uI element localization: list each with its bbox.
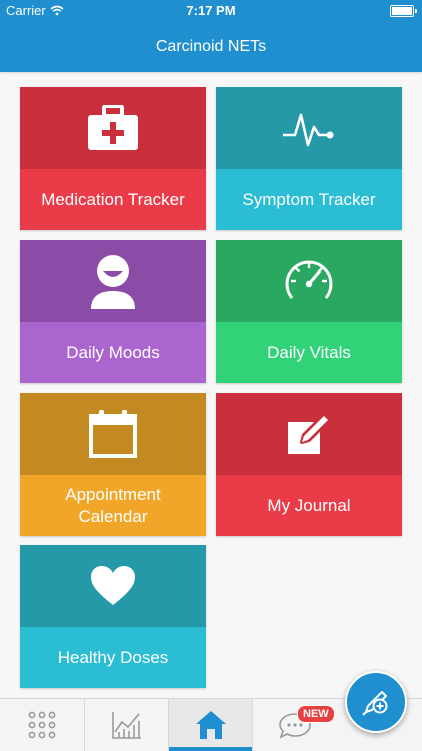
tile-top [20, 393, 206, 475]
tile-top [216, 240, 402, 322]
nav-bar: Carcinoid NETs [0, 22, 422, 72]
speedometer-icon [285, 260, 333, 299]
tab-charts[interactable] [84, 699, 169, 751]
tile-label-area: Symptom Tracker [216, 169, 402, 230]
smiley-person-icon [91, 255, 135, 309]
tile-appointment-calendar[interactable]: Appointment Calendar [20, 393, 206, 536]
new-badge: NEW [297, 705, 335, 723]
tile-label: My Journal [267, 495, 351, 515]
tile-symptom-tracker[interactable]: Symptom Tracker [216, 87, 402, 230]
tile-label: Daily Moods [66, 342, 160, 362]
tile-label: Appointment Calendar [65, 484, 161, 526]
line-chart-icon [112, 712, 141, 739]
tile-label: Medication Tracker [41, 189, 185, 209]
calendar-icon [89, 410, 137, 458]
grid-dots-icon [28, 711, 56, 739]
status-time: 7:17 PM [186, 3, 236, 18]
tile-label-area: My Journal [216, 475, 402, 536]
tile-label-area: Appointment Calendar [20, 475, 206, 536]
heart-icon [91, 566, 135, 605]
tile-top [20, 545, 206, 627]
journal-edit-icon [288, 413, 331, 454]
tile-label-area: Daily Vitals [216, 322, 402, 383]
tile-my-journal[interactable]: My Journal [216, 393, 402, 536]
add-entry-button[interactable] [345, 671, 407, 733]
tile-daily-moods[interactable]: Daily Moods [20, 240, 206, 383]
home-icon [196, 711, 226, 739]
tile-healthy-doses[interactable]: Healthy Doses [20, 545, 206, 688]
medical-kit-icon [88, 105, 138, 150]
battery-icon [390, 5, 417, 17]
heartbeat-icon [283, 113, 334, 147]
page-title: Carcinoid NETs [155, 38, 267, 55]
tile-top [20, 87, 206, 169]
tile-label-area: Daily Moods [20, 322, 206, 383]
tile-label: Daily Vitals [267, 342, 351, 362]
tile-medication-tracker[interactable]: Medication Tracker [20, 87, 206, 230]
tile-daily-vitals[interactable]: Daily Vitals [216, 240, 402, 383]
tab-menu[interactable] [0, 699, 84, 751]
tile-top [216, 393, 402, 475]
status-bar: Carrier 7:17 PM [0, 0, 422, 22]
tile-top [216, 87, 402, 169]
tile-label-area: Healthy Doses [20, 627, 206, 688]
tab-home[interactable] [168, 699, 253, 751]
tile-label-area: Medication Tracker [20, 169, 206, 230]
tile-label: Healthy Doses [57, 647, 169, 667]
tile-label: Symptom Tracker [242, 189, 376, 209]
tile-top [20, 240, 206, 322]
add-entry-pen-icon [362, 691, 388, 716]
